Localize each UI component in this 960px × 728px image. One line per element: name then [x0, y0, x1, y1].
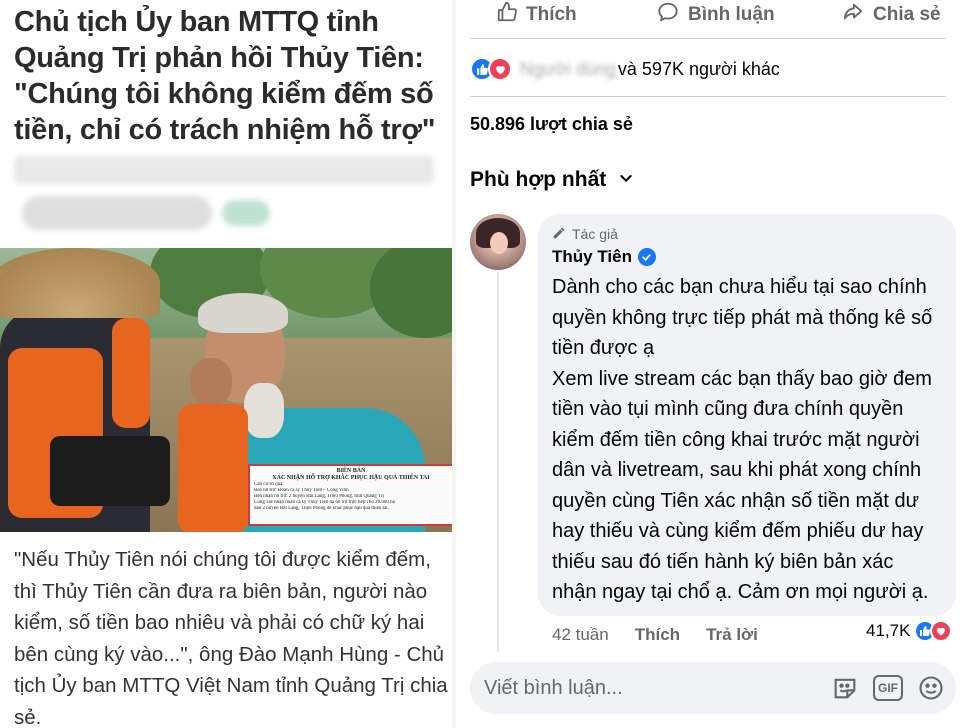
blurred-source-line — [14, 156, 434, 184]
reply-thread-line — [497, 272, 499, 652]
article-quote: "Nếu Thủy Tiên nói chúng tôi được kiểm đ… — [14, 548, 448, 728]
life-vest — [112, 318, 150, 428]
news-article: Chủ tịch Ủy ban MTTQ tỉnh Quảng Trị phản… — [0, 0, 456, 728]
facebook-post: Thích Bình luận Chia sẻ Người dùng và 59… — [456, 0, 960, 728]
conical-hat — [0, 248, 160, 318]
share-label: Chia sẻ — [873, 4, 941, 25]
pencil-icon — [552, 226, 572, 243]
share-button[interactable]: Chia sẻ — [841, 0, 941, 30]
blurred-follow-pill — [222, 200, 270, 226]
boy-figure — [178, 358, 248, 532]
author-badge: Tác giả — [552, 224, 942, 244]
comment-reactions[interactable]: 41,7K — [866, 620, 953, 642]
author-tag-label: Tác giả — [572, 226, 618, 242]
comment-input[interactable] — [484, 662, 764, 714]
divider — [470, 96, 946, 97]
comment-composer: GIF — [470, 662, 956, 714]
reaction-summary[interactable]: Người dùng và 597K người khác — [470, 54, 780, 84]
article-headline: Chủ tịch Ủy ban MTTQ tỉnh Quảng Trị phản… — [14, 6, 436, 146]
author-name[interactable]: Thủy Tiên — [552, 247, 632, 267]
love-reaction-icon — [488, 57, 512, 81]
comment-reply-button[interactable]: Trả lời — [706, 625, 758, 645]
sort-label: Phù hợp nhất — [470, 168, 607, 191]
reaction-count-text: và 597K người khác — [617, 58, 780, 79]
blurred-reactor-names: Người dùng — [520, 58, 616, 79]
document-subtitle: XÁC NHẬN HỖ TRỢ KHẮC PHỤC HẬU QUẢ THIÊN … — [272, 475, 430, 481]
comment-time[interactable]: 42 tuần — [552, 625, 609, 645]
confirmation-document: BIÊN BẢN XÁC NHẬN HỖ TRỢ KHẮC PHỤC HẬU Q… — [248, 464, 454, 526]
comment-like-button[interactable]: Thích — [635, 625, 680, 645]
comment-label: Bình luận — [688, 4, 775, 25]
life-vest — [178, 404, 248, 532]
speech-bubble-icon — [656, 1, 688, 29]
emoji-icon[interactable] — [916, 673, 946, 703]
divider — [470, 38, 946, 39]
old-man-beard — [244, 383, 284, 438]
comment-sort-dropdown[interactable]: Phù hợp nhất — [470, 168, 634, 192]
avatar-face — [490, 232, 508, 254]
comment-text: Dành cho các bạn chưa hiểu tại sao chính… — [552, 276, 933, 603]
share-arrow-icon — [841, 1, 873, 29]
tree-foliage — [370, 248, 456, 338]
old-man-hair — [198, 293, 288, 333]
share-count[interactable]: 50.896 lượt chia sẻ — [470, 114, 633, 135]
love-reaction-icon — [930, 620, 953, 642]
article-photo: BIÊN BẢN XÁC NHẬN HỖ TRỢ KHẮC PHỤC HẬU Q… — [0, 248, 456, 532]
avatar[interactable] — [470, 214, 526, 270]
post-action-bar: Thích Bình luận Chia sẻ — [456, 0, 960, 32]
document-line: dân 2 huyện Hải Lăng, Triệu Phong để khắ… — [254, 506, 389, 511]
boy-head — [190, 358, 232, 406]
comment-author[interactable]: Thủy Tiên — [552, 247, 942, 267]
thumbs-up-icon — [496, 1, 526, 29]
sticker-icon[interactable] — [830, 673, 860, 703]
verified-badge-icon — [637, 248, 656, 266]
blurred-author-pill — [22, 196, 212, 230]
comment-button[interactable]: Bình luận — [656, 0, 775, 30]
comment-bubble: Tác giả Thủy Tiên Dành cho các bạn chưa … — [538, 214, 956, 616]
like-label: Thích — [526, 4, 577, 25]
handbag — [50, 436, 170, 506]
chevron-down-icon — [606, 168, 634, 192]
document-title: BIÊN BẢN — [336, 468, 366, 474]
gif-icon[interactable]: GIF — [873, 675, 903, 701]
comment-reaction-count: 41,7K — [866, 621, 911, 640]
comment-meta: 42 tuần Thích Trả lời — [552, 622, 784, 648]
like-button[interactable]: Thích — [496, 0, 577, 30]
